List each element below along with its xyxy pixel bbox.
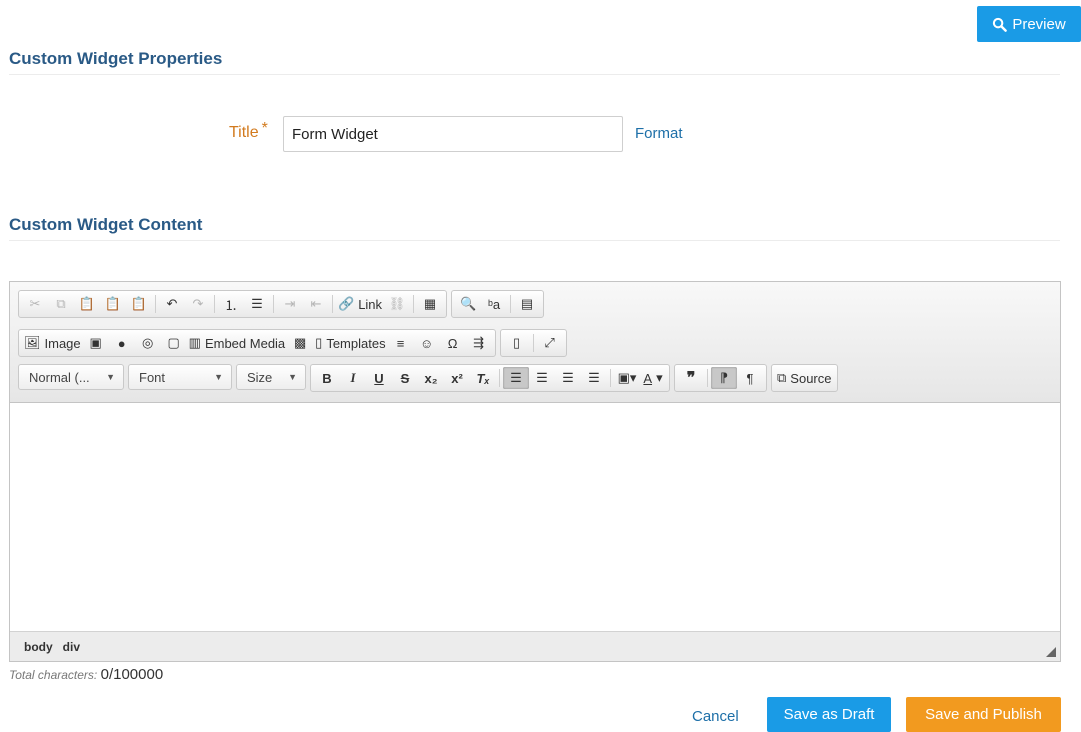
format-link[interactable]: Format <box>635 125 683 142</box>
film-icon: ▥ <box>188 335 201 350</box>
paste-icon[interactable]: 📋 <box>74 293 100 315</box>
save-draft-button[interactable]: Save as Draft <box>767 697 891 732</box>
font-select[interactable]: Font ▼ <box>128 364 232 390</box>
resize-handle[interactable] <box>1046 647 1056 657</box>
title-label: Title * <box>229 120 268 141</box>
show-blocks-icon[interactable]: ▯ <box>504 332 530 354</box>
find-icon[interactable]: 🔍 <box>455 293 481 315</box>
bg-color-icon[interactable]: ▣▾ <box>614 367 640 389</box>
image-button[interactable]: 🖼 Image <box>22 332 83 354</box>
editor-content-area[interactable] <box>10 403 1060 631</box>
path-body[interactable]: body <box>24 640 53 654</box>
source-icon: ⧉ <box>777 370 787 385</box>
strike-button[interactable]: S <box>392 367 418 389</box>
editor-statusbar: body div <box>10 631 1060 661</box>
required-mark: * <box>261 120 268 137</box>
smiley-icon[interactable]: ☺ <box>414 332 440 354</box>
table-icon[interactable]: ▦ <box>417 293 443 315</box>
divider <box>9 240 1060 241</box>
maximize-icon[interactable]: ⤢ <box>537 332 563 354</box>
image-upload-icon[interactable]: ▣ <box>83 332 109 354</box>
templates-button[interactable]: ▯ Templates <box>313 332 387 354</box>
rich-text-editor: ✂ ⧉ 📋 📋 📋 ↶ ↷ ⒈ ☰ ⇥ ⇤ 🔗 Link ⛓ ▦ 🔍 ᵇa ▤ … <box>9 281 1061 662</box>
ltr-icon[interactable]: ⁋ <box>711 367 737 389</box>
superscript-icon[interactable]: x² <box>444 367 470 389</box>
undo-icon[interactable]: ↶ <box>159 293 185 315</box>
flash-icon[interactable]: ● <box>109 332 135 354</box>
horizontal-line-icon[interactable]: ≡ <box>388 332 414 354</box>
path-div[interactable]: div <box>63 640 80 654</box>
image-icon: 🖼 <box>24 335 41 350</box>
paste-text-icon[interactable]: 📋 <box>100 293 126 315</box>
source-button[interactable]: ⧉ Source <box>775 367 834 389</box>
align-right-icon[interactable]: ☰ <box>555 367 581 389</box>
subscript-icon[interactable]: x₂ <box>418 367 444 389</box>
embed-media-button[interactable]: ▥ Embed Media <box>187 332 288 354</box>
properties-heading: Custom Widget Properties <box>9 49 223 68</box>
globe-icon[interactable]: ◎ <box>135 332 161 354</box>
size-select[interactable]: Size ▼ <box>236 364 306 390</box>
save-publish-button[interactable]: Save and Publish <box>906 697 1061 732</box>
replace-icon[interactable]: ᵇa <box>481 293 507 315</box>
unlink-icon[interactable]: ⛓ <box>384 293 410 315</box>
character-count: Total characters: 0/100000 <box>9 666 164 683</box>
indent-icon[interactable]: ⇥ <box>277 293 303 315</box>
link-icon: 🔗 <box>338 296 355 311</box>
character-count-value: 0/100000 <box>100 666 164 683</box>
cancel-button[interactable]: Cancel <box>692 708 739 725</box>
bulleted-list-icon[interactable]: ☰ <box>244 293 270 315</box>
widget-icon[interactable]: ▩ <box>287 332 313 354</box>
outdent-icon[interactable]: ⇤ <box>303 293 329 315</box>
page-break-icon[interactable]: ⇶ <box>466 332 492 354</box>
italic-button[interactable]: I <box>340 367 366 389</box>
remove-format-icon[interactable]: Tₓ <box>470 367 496 389</box>
redo-icon[interactable]: ↷ <box>185 293 211 315</box>
bold-button[interactable]: B <box>314 367 340 389</box>
content-heading: Custom Widget Content <box>9 215 203 234</box>
iframe-icon[interactable]: ▢ <box>161 332 187 354</box>
underline-button[interactable]: U <box>366 367 392 389</box>
paragraph-block-icon[interactable]: ▤ <box>514 293 540 315</box>
paste-word-icon[interactable]: 📋 <box>126 293 152 315</box>
special-char-icon[interactable]: Ω <box>440 332 466 354</box>
preview-label: Preview <box>1012 15 1066 33</box>
copy-icon[interactable]: ⧉ <box>48 293 74 315</box>
justify-icon[interactable]: ☰ <box>581 367 607 389</box>
preview-button[interactable]: Preview <box>977 6 1081 42</box>
chevron-down-icon: ▼ <box>106 372 115 382</box>
align-left-icon[interactable]: ☰ <box>503 367 529 389</box>
chevron-down-icon: ▼ <box>214 372 223 382</box>
chevron-down-icon: ▼ <box>288 372 297 382</box>
document-icon: ▯ <box>315 335 323 350</box>
search-icon <box>992 17 1008 32</box>
text-color-icon[interactable]: A ▾ <box>640 367 666 389</box>
divider <box>9 74 1060 75</box>
align-center-icon[interactable]: ☰ <box>529 367 555 389</box>
link-button[interactable]: 🔗 Link <box>336 293 384 315</box>
blockquote-icon[interactable]: ❞ <box>678 367 704 389</box>
format-select[interactable]: Normal (... ▼ <box>18 364 124 390</box>
numbered-list-icon[interactable]: ⒈ <box>218 293 244 315</box>
rtl-icon[interactable]: ¶ <box>737 367 763 389</box>
editor-toolbar: ✂ ⧉ 📋 📋 📋 ↶ ↷ ⒈ ☰ ⇥ ⇤ 🔗 Link ⛓ ▦ 🔍 ᵇa ▤ … <box>10 282 1060 403</box>
title-input[interactable] <box>283 116 623 152</box>
cut-icon[interactable]: ✂ <box>22 293 48 315</box>
